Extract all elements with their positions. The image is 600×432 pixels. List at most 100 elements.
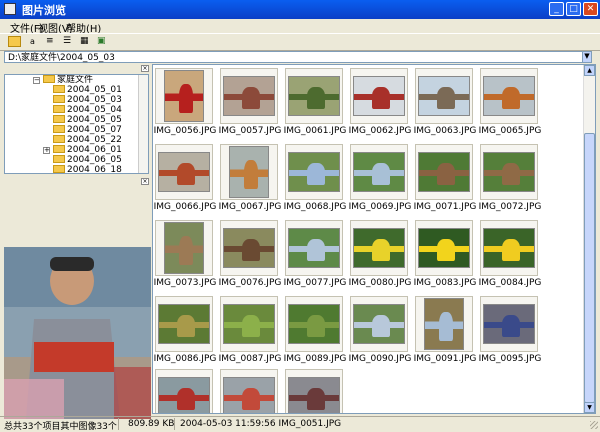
thumbnail-item[interactable]: IMG_0071.JPG xyxy=(414,144,476,214)
status-divider xyxy=(174,418,175,430)
sort-list-icon[interactable]: ≡ xyxy=(46,36,59,47)
tree-item-2004-05-22[interactable]: 2004_05_22 xyxy=(53,135,122,145)
thumbnail-view-icon[interactable]: ▦ xyxy=(80,36,93,47)
address-field[interactable]: D:\家庭文件\2004_05_03 ▼ xyxy=(4,51,592,63)
thumbnail-item[interactable]: IMG_0087.JPG xyxy=(219,296,281,366)
thumbnail-item[interactable] xyxy=(285,369,345,413)
thumbnail-frame xyxy=(350,68,408,124)
tree-item-2004-06-05[interactable]: 2004_06_05 xyxy=(53,155,122,165)
tree-item-2004-06-18[interactable]: 2004_06_18 xyxy=(53,165,122,173)
sort-name-icon[interactable]: a xyxy=(30,36,43,47)
thumbnail-item[interactable]: IMG_0057.JPG xyxy=(218,68,282,138)
scroll-down-button[interactable]: ▼ xyxy=(584,402,595,413)
folder-icon xyxy=(53,125,65,133)
thumbnail-caption: IMG_0077.JPG xyxy=(283,278,347,288)
thumbnail-subject xyxy=(307,239,325,261)
thumbnail-caption: IMG_0063.JPG xyxy=(413,126,477,136)
tree-pane-close-button[interactable]: × xyxy=(141,65,149,72)
thumbnail-image xyxy=(164,70,204,122)
thumbnail-item[interactable]: IMG_0065.JPG xyxy=(479,68,541,138)
minimize-button[interactable]: _ xyxy=(549,2,564,16)
status-size: 809.89 KB xyxy=(128,419,175,429)
tree-item-2004-05-01[interactable]: 2004_05_01 xyxy=(53,85,122,95)
thumbnail-frame xyxy=(415,68,473,124)
thumbnail-item[interactable]: IMG_0068.JPG xyxy=(284,144,346,214)
thumbnail-image xyxy=(424,298,464,350)
thumbnail-image xyxy=(483,228,535,268)
thumbnail-scrollbar[interactable]: ▲ ▼ xyxy=(583,65,595,413)
folder-icon xyxy=(53,95,65,103)
thumbnail-item[interactable]: IMG_0077.JPG xyxy=(283,220,347,290)
thumbnail-item[interactable]: IMG_0083.JPG xyxy=(413,220,477,290)
thumbnail-frame xyxy=(480,68,538,124)
thumbnail-item[interactable]: IMG_0072.JPG xyxy=(479,144,541,214)
preview-pane-close-button[interactable]: × xyxy=(141,178,149,185)
thumbnail-item[interactable]: IMG_0069.JPG xyxy=(349,144,411,214)
thumbnail-item[interactable]: IMG_0073.JPG xyxy=(153,220,217,290)
thumbnail-item[interactable]: IMG_0062.JPG xyxy=(349,68,411,138)
thumbnail-item[interactable]: IMG_0086.JPG xyxy=(153,296,217,366)
details-view-icon[interactable]: ☰ xyxy=(63,36,76,47)
thumbnail-frame xyxy=(285,68,343,124)
thumbnail-image xyxy=(418,228,470,268)
scroll-up-button[interactable]: ▲ xyxy=(584,65,595,76)
tree-expander[interactable]: − xyxy=(33,77,40,84)
thumbnail-frame xyxy=(350,144,408,200)
thumbnail-caption: IMG_0086.JPG xyxy=(153,354,217,364)
slideshow-icon[interactable]: ▣ xyxy=(97,36,110,47)
thumbnail-item[interactable]: IMG_0084.JPG xyxy=(478,220,542,290)
thumbnail-image xyxy=(483,152,535,192)
thumbnail-grid: IMG_0056.JPG IMG_0057.JPG IMG_0061.JPG IMG_… xyxy=(152,64,596,414)
tree-expander[interactable]: + xyxy=(43,147,50,154)
thumbnail-item[interactable]: IMG_0056.JPG xyxy=(154,68,216,138)
thumbnail-caption: IMG_0057.JPG xyxy=(218,126,282,136)
thumbnail-item[interactable]: IMG_0061.JPG xyxy=(284,68,346,138)
thumbnail-image xyxy=(223,377,275,413)
thumbnail-item[interactable]: IMG_0076.JPG xyxy=(219,220,281,290)
tree-item-2004-05-07[interactable]: 2004_05_07 xyxy=(53,125,122,135)
thumbnail-frame xyxy=(220,68,278,124)
thumbnail-image xyxy=(288,304,340,344)
thumbnail-frame xyxy=(220,369,278,413)
thumbnail-item[interactable]: IMG_0066.JPG xyxy=(154,144,216,214)
status-summary: 总共33个项目其中图像33个 xyxy=(4,422,117,432)
thumbnail-item[interactable]: IMG_0063.JPG xyxy=(413,68,477,138)
close-button[interactable]: ✕ xyxy=(583,2,598,16)
thumbnail-image xyxy=(288,76,340,116)
thumbnail-frame xyxy=(480,220,538,276)
thumbnail-item[interactable]: IMG_0091.JPG xyxy=(414,296,476,366)
thumbnail-image xyxy=(483,304,535,344)
thumbnail-subject xyxy=(307,315,325,337)
toolbar: a ≡ ☰ ▦ ▣ xyxy=(0,33,600,51)
tree-item-family-files[interactable]: 家庭文件 xyxy=(43,75,93,85)
resize-grip-icon[interactable] xyxy=(590,421,598,429)
thumbnail-item[interactable]: IMG_0089.JPG xyxy=(284,296,346,366)
up-folder-icon[interactable] xyxy=(8,36,21,47)
thumbnail-caption: IMG_0084.JPG xyxy=(478,278,542,288)
tree-scrollbar[interactable] xyxy=(138,75,148,173)
thumbnail-subject xyxy=(372,239,390,261)
thumbnail-item[interactable]: IMG_0080.JPG xyxy=(349,220,411,290)
thumbnail-item[interactable] xyxy=(220,369,280,413)
thumbnail-item[interactable] xyxy=(155,369,215,413)
maximize-button[interactable]: □ xyxy=(566,2,581,16)
thumbnail-subject xyxy=(244,160,258,189)
tree-item-2004-06-01[interactable]: 2004_06_01 xyxy=(53,145,122,155)
tree-item-2004-05-05[interactable]: 2004_05_05 xyxy=(53,115,122,125)
thumbnail-item[interactable]: IMG_0090.JPG xyxy=(349,296,411,366)
thumbnail-item[interactable]: IMG_0067.JPG xyxy=(219,144,281,214)
thumbnail-item[interactable]: IMG_0095.JPG xyxy=(479,296,541,366)
thumbnail-subject xyxy=(242,315,260,337)
folder-icon xyxy=(53,135,65,143)
tree-item-2004-05-04[interactable]: 2004_05_04 xyxy=(53,105,122,115)
status-file-info: 2004-05-03 11:59:56 IMG_0051.JPG xyxy=(180,419,342,429)
thumbnail-caption: IMG_0083.JPG xyxy=(413,278,477,288)
address-dropdown-button[interactable]: ▼ xyxy=(582,51,592,63)
thumbnail-image xyxy=(223,304,275,344)
scroll-thumb[interactable] xyxy=(584,133,595,403)
thumbnail-image xyxy=(418,76,470,116)
tree-item-2004-05-03[interactable]: 2004_05_03 xyxy=(53,95,122,105)
thumbnail-caption: IMG_0073.JPG xyxy=(153,278,217,288)
preview-foreground xyxy=(4,379,64,419)
window-title: 图片浏览 xyxy=(22,4,66,17)
